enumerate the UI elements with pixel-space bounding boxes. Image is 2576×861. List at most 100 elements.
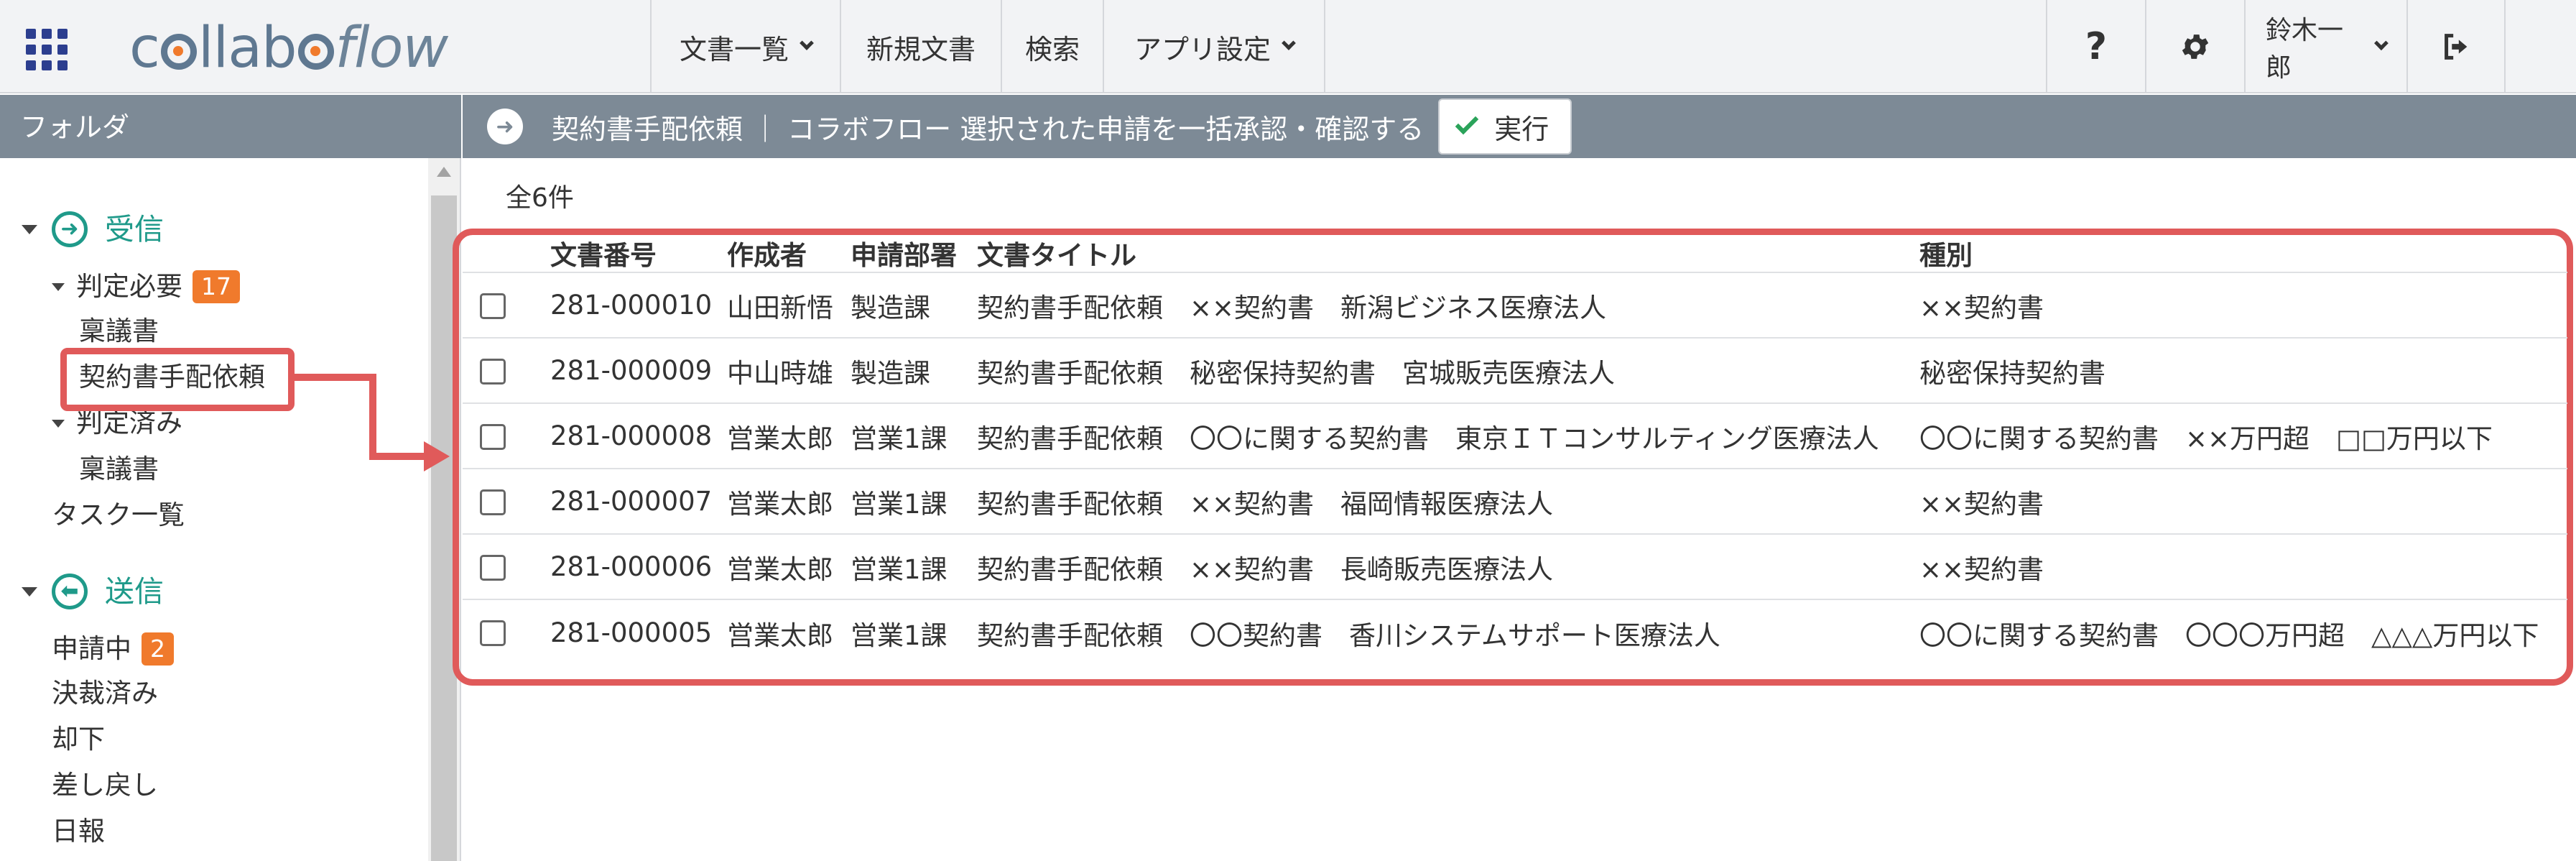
folder-rejected[interactable]: 却下 bbox=[52, 722, 105, 758]
folder-daily-report-label: 日報 bbox=[52, 816, 105, 847]
caret-down-icon[interactable] bbox=[22, 586, 37, 597]
folder-returned-label: 差し戻し bbox=[52, 770, 158, 801]
row-checkbox[interactable] bbox=[480, 555, 506, 581]
cell-dept: 営業1課 bbox=[851, 423, 948, 454]
chevron-down-icon bbox=[800, 36, 814, 50]
gear-icon[interactable] bbox=[2145, 0, 2244, 93]
cell-kind: 〇〇に関する契約書 〇〇〇万円超 △△△万円以下 bbox=[1919, 620, 2539, 651]
table-row[interactable]: 281-000006 営業太郎 営業1課 契約書手配依頼 ××契約書 長崎販売医… bbox=[463, 535, 2567, 600]
apps-grid-icon[interactable] bbox=[26, 29, 68, 70]
nav-app-settings[interactable]: アプリ設定 bbox=[1103, 0, 1325, 93]
main-nav: 文書一覧 新規文書 検索 アプリ設定 bbox=[650, 0, 1325, 93]
cell-kind: ××契約書 bbox=[1919, 553, 2044, 585]
cell-title[interactable]: 契約書手配依頼 秘密保持契約書 宮城販売医療法人 bbox=[977, 339, 1615, 402]
folder-judge-needed[interactable]: 判定必要 17 bbox=[52, 269, 240, 305]
cell-title[interactable]: 契約書手配依頼 ××契約書 新潟ビジネス医療法人 bbox=[977, 273, 1606, 337]
chevron-down-icon bbox=[1282, 36, 1296, 50]
folder-daily-report[interactable]: 日報 bbox=[52, 814, 105, 850]
column-header-kind[interactable]: 種別 bbox=[1919, 234, 1973, 272]
row-checkbox[interactable] bbox=[480, 293, 506, 319]
cell-kind: ××契約書 bbox=[1919, 488, 2044, 520]
execute-button-label: 実行 bbox=[1494, 113, 1549, 145]
bulk-action-text: 契約書手配依頼 ｜ コラボフロー 選択された申請を一括承認・確認する bbox=[552, 113, 1424, 145]
cell-title[interactable]: 契約書手配依頼 ××契約書 長崎販売医療法人 bbox=[977, 535, 1553, 599]
outbox-arrow-icon: ⬅ bbox=[52, 574, 88, 609]
scroll-up-arrow-icon[interactable] bbox=[437, 167, 451, 177]
cell-title[interactable]: 契約書手配依頼 ××契約書 福岡情報医療法人 bbox=[977, 469, 1553, 533]
row-checkbox[interactable] bbox=[480, 359, 506, 385]
user-nav: ? 鈴木一郎 bbox=[2046, 0, 2506, 93]
folder-ringisho[interactable]: 稟議書 bbox=[79, 313, 159, 349]
gear-icon-svg bbox=[2182, 34, 2209, 59]
nav-new-document-label: 新規文書 bbox=[866, 33, 976, 65]
pending-count-badge: 2 bbox=[142, 632, 174, 666]
cell-dept: 営業1課 bbox=[851, 553, 948, 585]
row-checkbox[interactable] bbox=[480, 489, 506, 515]
logout-icon-svg bbox=[2445, 34, 2468, 60]
callout-arrow-icon bbox=[424, 441, 450, 471]
logout-icon[interactable] bbox=[2406, 0, 2506, 93]
execute-button[interactable]: 実行 bbox=[1438, 98, 1572, 155]
caret-down-icon[interactable] bbox=[22, 224, 37, 234]
user-name: 鈴木一郎 bbox=[2266, 16, 2344, 83]
cell-dept: 製造課 bbox=[851, 292, 930, 323]
column-header-dept[interactable]: 申請部署 bbox=[851, 234, 957, 272]
row-checkbox[interactable] bbox=[480, 620, 506, 646]
column-header-number[interactable]: 文書番号 bbox=[550, 234, 657, 272]
cell-author: 営業太郎 bbox=[727, 620, 833, 651]
cell-number: 281-000006 bbox=[550, 551, 713, 582]
caret-down-icon[interactable] bbox=[52, 282, 65, 291]
cell-dept: 製造課 bbox=[851, 357, 930, 389]
arrow-right-circle-icon: ➜ bbox=[487, 109, 523, 144]
folder-outbox[interactable]: ⬅ 送信 bbox=[22, 574, 164, 609]
row-checkbox[interactable] bbox=[480, 424, 506, 450]
folder-judged-ringisho[interactable]: 稟議書 bbox=[79, 451, 159, 487]
caret-down-icon[interactable] bbox=[52, 419, 65, 428]
nav-document-list[interactable]: 文書一覧 bbox=[650, 0, 840, 93]
check-icon bbox=[1455, 111, 1479, 135]
nav-new-document[interactable]: 新規文書 bbox=[840, 0, 1001, 93]
bulk-action-bar: ➜ 契約書手配依頼 ｜ コラボフロー 選択された申請を一括承認・確認する 実行 bbox=[463, 95, 2576, 158]
callout-connector bbox=[369, 374, 376, 459]
cell-number: 281-000005 bbox=[550, 617, 713, 648]
help-icon-glyph: ? bbox=[2085, 25, 2108, 68]
folder-task-list-label: タスク一覧 bbox=[52, 499, 185, 530]
nav-document-list-label: 文書一覧 bbox=[679, 33, 789, 65]
cell-author: 中山時雄 bbox=[727, 357, 833, 389]
cell-title[interactable]: 契約書手配依頼 〇〇に関する契約書 東京ＩＴコンサルティング医療法人 bbox=[977, 404, 1879, 468]
user-menu[interactable]: 鈴木一郎 bbox=[2244, 0, 2406, 93]
callout-connector bbox=[293, 374, 376, 381]
column-header-author[interactable]: 作成者 bbox=[727, 234, 807, 272]
judge-needed-count-badge: 17 bbox=[193, 270, 240, 303]
table-row[interactable]: 281-000005 営業太郎 営業1課 契約書手配依頼 〇〇契約書 香川システ… bbox=[463, 600, 2567, 666]
table-row[interactable]: 281-000008 営業太郎 営業1課 契約書手配依頼 〇〇に関する契約書 東… bbox=[463, 404, 2567, 469]
result-count: 全6件 bbox=[506, 183, 574, 213]
folder-judged-ringisho-label: 稟議書 bbox=[79, 453, 159, 484]
table-row[interactable]: 281-000010 山田新悟 製造課 契約書手配依頼 ××契約書 新潟ビジネス… bbox=[463, 273, 2567, 339]
cell-title[interactable]: 契約書手配依頼 〇〇契約書 香川システムサポート医療法人 bbox=[977, 600, 1720, 666]
folder-inbox-label: 受信 bbox=[105, 212, 164, 247]
chevron-down-icon bbox=[2374, 36, 2389, 50]
nav-search[interactable]: 検索 bbox=[1001, 0, 1103, 93]
cell-author: 営業太郎 bbox=[727, 488, 833, 520]
nav-app-settings-label: アプリ設定 bbox=[1134, 33, 1271, 65]
cell-number: 281-000007 bbox=[550, 486, 713, 517]
table-row[interactable]: 281-000007 営業太郎 営業1課 契約書手配依頼 ××契約書 福岡情報医… bbox=[463, 469, 2567, 535]
cell-author: 営業太郎 bbox=[727, 553, 833, 585]
help-icon[interactable]: ? bbox=[2046, 0, 2145, 93]
folder-returned[interactable]: 差し戻し bbox=[52, 768, 158, 804]
cell-dept: 営業1課 bbox=[851, 620, 948, 651]
folder-pending[interactable]: 申請中 2 bbox=[52, 631, 174, 667]
folder-approved[interactable]: 決裁済み bbox=[52, 676, 158, 712]
cell-dept: 営業1課 bbox=[851, 488, 948, 520]
folder-task-list[interactable]: タスク一覧 bbox=[52, 497, 185, 533]
folder-inbox[interactable]: ➜ 受信 bbox=[22, 211, 164, 247]
cell-author: 山田新悟 bbox=[727, 292, 833, 323]
column-header-title[interactable]: 文書タイトル bbox=[977, 234, 1136, 272]
nav-search-label: 検索 bbox=[1024, 33, 1080, 65]
cell-number: 281-000008 bbox=[550, 420, 713, 451]
table-row[interactable]: 281-000009 中山時雄 製造課 契約書手配依頼 秘密保持契約書 宮城販売… bbox=[463, 339, 2567, 404]
cell-number: 281-000010 bbox=[550, 290, 713, 321]
folder-outbox-label: 送信 bbox=[105, 574, 164, 609]
app-logo[interactable]: c llab flow bbox=[129, 16, 448, 80]
